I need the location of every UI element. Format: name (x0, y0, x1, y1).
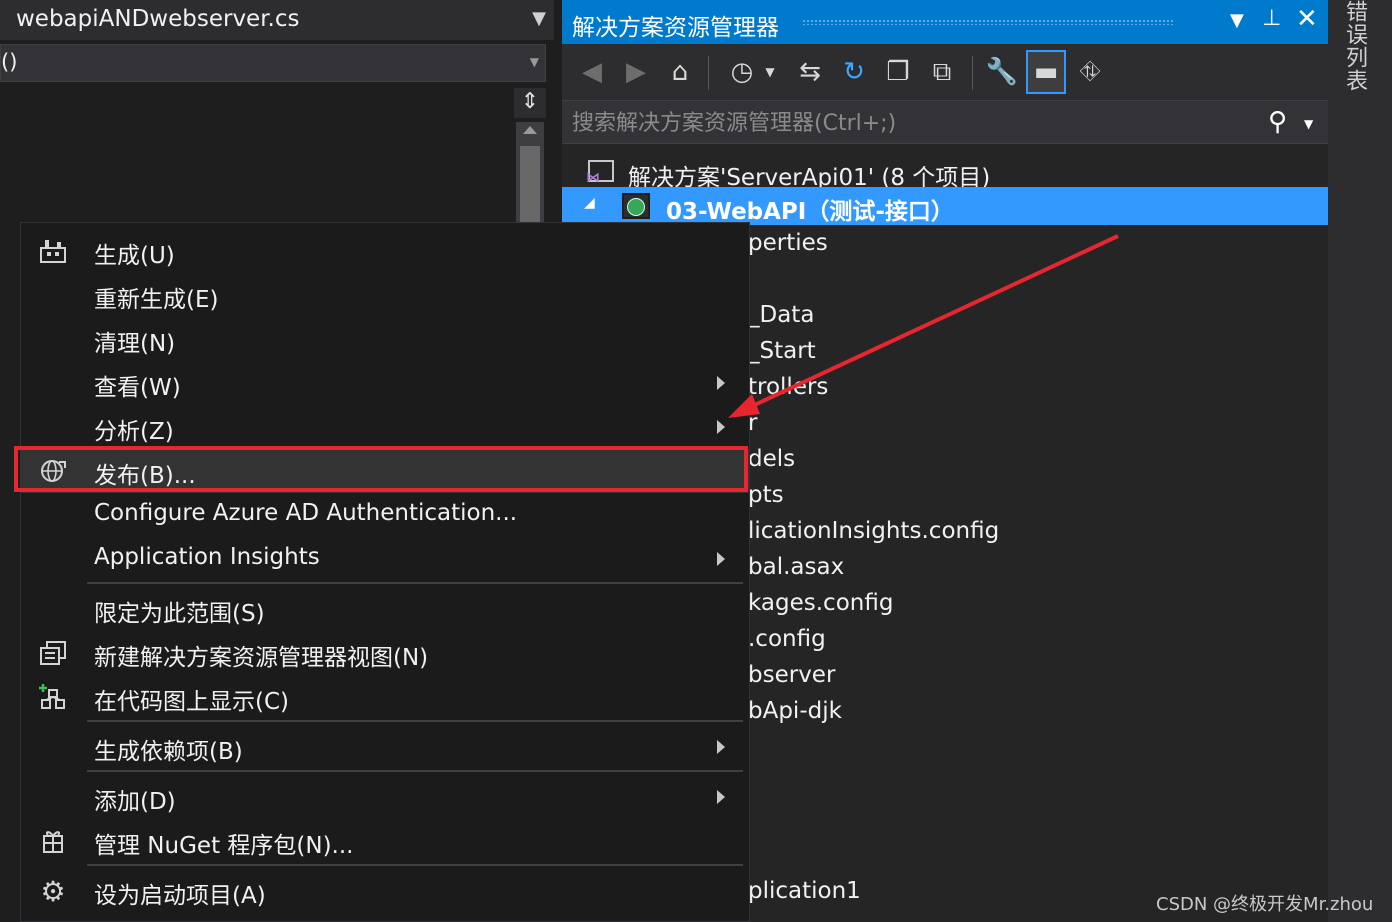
editor-document-tab[interactable]: webapiANDwebserver.cs ▼ (0, 0, 554, 40)
properties-wrench-icon[interactable]: 🔧 (982, 50, 1022, 94)
code-map-icon (37, 683, 69, 711)
member-navigation-dropdown[interactable]: () ▼ (0, 44, 546, 82)
tree-item[interactable]: plication1 (748, 878, 861, 904)
menu-item-set-as-startup[interactable]: ⚙ 设为启动项目(A) (21, 869, 749, 913)
menu-item-add[interactable]: 添加(D) (21, 775, 749, 819)
menu-item-new-explorer-view[interactable]: 新建解决方案资源管理器视图(N) (21, 631, 749, 675)
menu-item-label: 发布(B)... (94, 463, 196, 489)
menu-item-publish[interactable]: 发布(B)... (21, 449, 749, 493)
menu-item-label: 分析(Z) (94, 419, 174, 445)
split-window-icon[interactable]: ⇕ (514, 88, 546, 118)
menu-item-label: 添加(D) (94, 789, 176, 815)
menu-item-label: 管理 NuGet 程序包(N)... (94, 833, 354, 859)
menu-item-rebuild[interactable]: 重新生成(E) (21, 273, 749, 317)
back-icon[interactable]: ◀ (572, 50, 612, 94)
menu-item-show-on-code-map[interactable]: 在代码图上显示(C) (21, 675, 749, 719)
menu-item-label: 生成(U) (94, 243, 175, 269)
show-all-files-icon[interactable]: ⧉ (922, 50, 962, 94)
menu-item-view[interactable]: 查看(W) (21, 361, 749, 405)
solution-explorer-title: 解决方案资源管理器 (572, 15, 779, 41)
home-icon[interactable]: ⌂ (660, 50, 700, 94)
close-icon[interactable]: ✕ (1296, 4, 1318, 34)
menu-item-label: 在代码图上显示(C) (94, 689, 290, 715)
menu-item-build-dependencies[interactable]: 生成依赖项(B) (21, 725, 749, 769)
tree-item[interactable]: perties (748, 230, 828, 256)
filter-dropdown-icon[interactable]: ▼ (758, 50, 782, 94)
publish-globe-icon (37, 457, 69, 485)
refresh-icon[interactable]: ↻ (834, 50, 874, 94)
build-icon (37, 237, 69, 265)
sync-with-document-icon[interactable]: ⇆ (790, 50, 830, 94)
pin-icon[interactable]: ⊥ (1262, 6, 1281, 31)
tree-item[interactable]: bal.asax (748, 554, 844, 580)
gear-icon: ⚙ (40, 874, 66, 908)
tree-item[interactable]: kages.config (748, 590, 893, 616)
solution-explorer-search: ⚲ ▼ (562, 100, 1328, 145)
error-list-side-tab[interactable]: 错误列表 (1340, 0, 1370, 92)
titlebar-grip (802, 19, 1174, 25)
collapse-all-icon[interactable]: ❐ (878, 50, 918, 94)
tree-item[interactable]: .config (748, 626, 826, 652)
tree-item[interactable]: _Data (748, 302, 814, 328)
tree-item[interactable]: licationInsights.config (748, 518, 999, 544)
vs-ide-window: webapiANDwebserver.cs ▼ () ▼ ⇕ 解决方案资源管理器… (0, 0, 1392, 922)
nuget-package-icon (37, 827, 69, 855)
right-tool-strip (1328, 0, 1392, 922)
chevron-down-icon[interactable]: ▼ (530, 55, 539, 69)
tree-item[interactable]: dels (748, 446, 795, 472)
menu-item-label: 重新生成(E) (94, 287, 219, 313)
submenu-arrow-icon (717, 376, 725, 390)
web-project-icon (622, 193, 650, 219)
tree-item[interactable]: bApi-djk (748, 698, 842, 724)
menu-separator (87, 864, 743, 866)
pending-changes-filter-icon[interactable]: ◷ (722, 50, 762, 94)
tree-item[interactable]: trollers (748, 374, 828, 400)
menu-item-scope-to-this[interactable]: 限定为此范围(S) (21, 587, 749, 631)
watermark: CSDN @终极开发Mr.zhou (1156, 894, 1374, 915)
menu-item-analyze[interactable]: 分析(Z) (21, 405, 749, 449)
menu-separator (87, 720, 743, 722)
menu-item-label: Application Insights (94, 544, 320, 570)
window-position-dropdown-icon[interactable]: ▼ (1230, 10, 1244, 31)
editor-tab-title: webapiANDwebserver.cs (16, 6, 300, 32)
menu-item-label: Configure Azure AD Authentication... (94, 500, 518, 526)
menu-item-label: 限定为此范围(S) (94, 601, 265, 627)
tree-item[interactable]: bserver (748, 662, 835, 688)
preview-selected-items-icon[interactable]: ▬ (1026, 50, 1066, 94)
solution-search-input[interactable] (562, 101, 1264, 145)
menu-separator (87, 582, 743, 584)
member-navigation-value: () (1, 50, 18, 74)
new-view-icon (37, 639, 69, 667)
tab-dropdown-icon[interactable]: ▼ (532, 8, 546, 29)
menu-item-configure-azure-ad[interactable]: Configure Azure AD Authentication... (21, 493, 749, 537)
solution-icon: ⋈ (586, 160, 614, 186)
submenu-arrow-icon (717, 420, 725, 434)
submenu-arrow-icon (717, 790, 725, 804)
menu-item-application-insights[interactable]: Application Insights (21, 537, 749, 581)
submenu-arrow-icon (717, 552, 725, 566)
menu-item-manage-nuget[interactable]: 管理 NuGet 程序包(N)... (21, 819, 749, 863)
menu-item-label: 清理(N) (94, 331, 176, 357)
menu-item-clean[interactable]: 清理(N) (21, 317, 749, 361)
menu-item-label: 新建解决方案资源管理器视图(N) (94, 645, 429, 671)
search-icon[interactable]: ⚲ (1268, 107, 1287, 137)
scroll-up-icon[interactable] (523, 126, 537, 134)
solution-explorer-toolbar: ◀ ▶ ⌂ ◷ ▼ ⇆ ↻ ❐ ⧉ 🔧 ▬ ⛗ (562, 44, 1328, 100)
menu-item-label: 生成依赖项(B) (94, 739, 243, 765)
submenu-arrow-icon (717, 740, 725, 754)
tree-item[interactable]: _Start (748, 338, 816, 364)
view-class-diagram-icon[interactable]: ⛗ (1070, 50, 1110, 94)
menu-item-label: 设为启动项目(A) (94, 883, 266, 909)
project-context-menu: 生成(U) 重新生成(E) 清理(N) 查看(W) 分析(Z) 发布(B)...… (20, 222, 750, 922)
project-node-label: 03-WebAPI（测试-接口） (666, 199, 954, 225)
search-options-dropdown-icon[interactable]: ▼ (1304, 117, 1313, 131)
menu-item-label: 查看(W) (94, 375, 181, 401)
tree-item[interactable]: pts (748, 482, 784, 508)
collapse-triangle-icon[interactable]: ◢ (584, 195, 595, 211)
solution-explorer-titlebar: 解决方案资源管理器 ▼ ⊥ ✕ (562, 0, 1328, 44)
menu-separator (87, 770, 743, 772)
project-node-selected[interactable]: ◢ 03-WebAPI（测试-接口） (562, 187, 1328, 225)
menu-item-build[interactable]: 生成(U) (21, 229, 749, 273)
forward-icon[interactable]: ▶ (616, 50, 656, 94)
